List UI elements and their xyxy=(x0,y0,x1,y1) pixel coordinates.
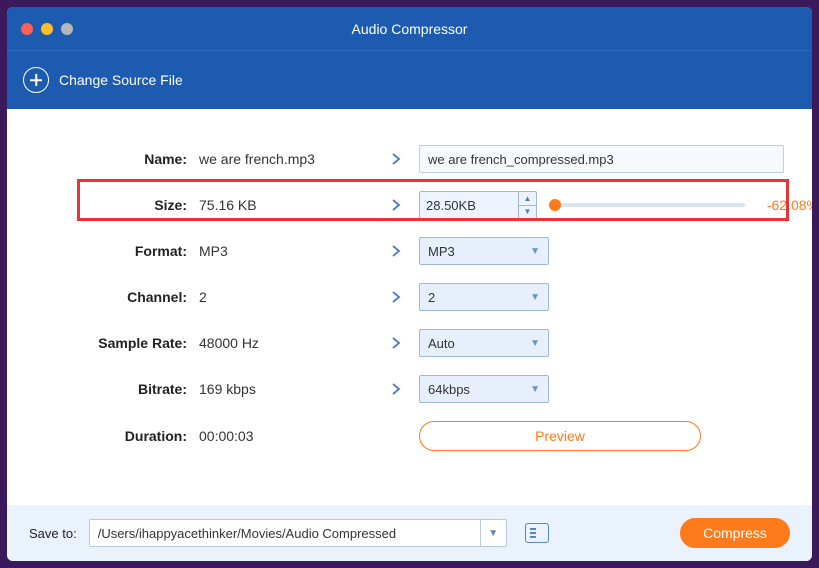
chevron-down-icon: ▼ xyxy=(530,292,540,303)
bitrate-select-value: 64kbps xyxy=(428,382,470,397)
bitrate-select[interactable]: 64kbps ▼ xyxy=(419,375,549,403)
app-window: Audio Compressor Change Source File Name… xyxy=(7,7,812,561)
save-path-dropdown[interactable]: ▼ xyxy=(481,519,507,547)
sample-rate-label: Sample Rate: xyxy=(31,335,199,351)
sample-rate-select[interactable]: Auto ▼ xyxy=(419,329,549,357)
source-bitrate: 169 kbps xyxy=(199,381,389,397)
close-icon[interactable] xyxy=(21,23,33,35)
bitrate-label: Bitrate: xyxy=(31,381,199,397)
chevron-down-icon: ▼ xyxy=(530,338,540,349)
format-select-value: MP3 xyxy=(428,244,455,259)
toolbar: Change Source File xyxy=(7,51,812,109)
chevron-down-icon: ▼ xyxy=(488,528,498,539)
size-slider[interactable] xyxy=(551,203,745,207)
format-select[interactable]: MP3 ▼ xyxy=(419,237,549,265)
window-title: Audio Compressor xyxy=(7,21,812,37)
plus-circle-icon xyxy=(23,67,49,93)
source-format: MP3 xyxy=(199,243,389,259)
channel-label: Channel: xyxy=(31,289,199,305)
arrow-icon xyxy=(389,290,419,304)
stepper-up-icon[interactable]: ▲ xyxy=(519,192,536,206)
stepper-down-icon[interactable]: ▼ xyxy=(519,206,536,219)
slider-thumb-icon[interactable] xyxy=(549,199,561,211)
save-to-label: Save to: xyxy=(29,526,77,541)
main-panel: Name: we are french.mp3 Size: 75.16 KB 2… xyxy=(7,109,812,505)
source-sample-rate: 48000 Hz xyxy=(199,335,389,351)
arrow-icon xyxy=(389,244,419,258)
arrow-icon xyxy=(389,198,419,212)
maximize-icon[interactable] xyxy=(61,23,73,35)
minimize-icon[interactable] xyxy=(41,23,53,35)
source-channel: 2 xyxy=(199,289,389,305)
change-source-button[interactable]: Change Source File xyxy=(23,67,183,93)
arrow-icon xyxy=(389,382,419,396)
save-path-input[interactable] xyxy=(89,519,481,547)
chevron-down-icon: ▼ xyxy=(530,246,540,257)
source-duration: 00:00:03 xyxy=(199,428,389,444)
open-folder-button[interactable] xyxy=(525,523,549,543)
output-size-stepper[interactable]: 28.50KB ▲ ▼ xyxy=(419,191,537,219)
format-label: Format: xyxy=(31,243,199,259)
channel-select-value: 2 xyxy=(428,290,435,305)
channel-select[interactable]: 2 ▼ xyxy=(419,283,549,311)
arrow-icon xyxy=(389,152,419,166)
window-controls xyxy=(21,23,73,35)
footer: Save to: ▼ Compress xyxy=(7,505,812,561)
sample-rate-select-value: Auto xyxy=(428,336,455,351)
chevron-down-icon: ▼ xyxy=(530,384,540,395)
size-label: Size: xyxy=(31,197,199,213)
preview-button[interactable]: Preview xyxy=(419,421,701,451)
reduction-percent: -62.08% xyxy=(753,197,812,213)
source-size: 75.16 KB xyxy=(199,197,389,213)
duration-label: Duration: xyxy=(31,428,199,444)
change-source-label: Change Source File xyxy=(59,72,183,88)
compress-button[interactable]: Compress xyxy=(680,518,790,548)
source-name: we are french.mp3 xyxy=(199,151,389,167)
name-label: Name: xyxy=(31,151,199,167)
preview-label: Preview xyxy=(535,428,585,444)
output-size-value: 28.50KB xyxy=(420,192,518,218)
titlebar: Audio Compressor xyxy=(7,7,812,51)
arrow-icon xyxy=(389,336,419,350)
compress-label: Compress xyxy=(703,525,767,541)
output-name-input[interactable] xyxy=(419,145,784,173)
